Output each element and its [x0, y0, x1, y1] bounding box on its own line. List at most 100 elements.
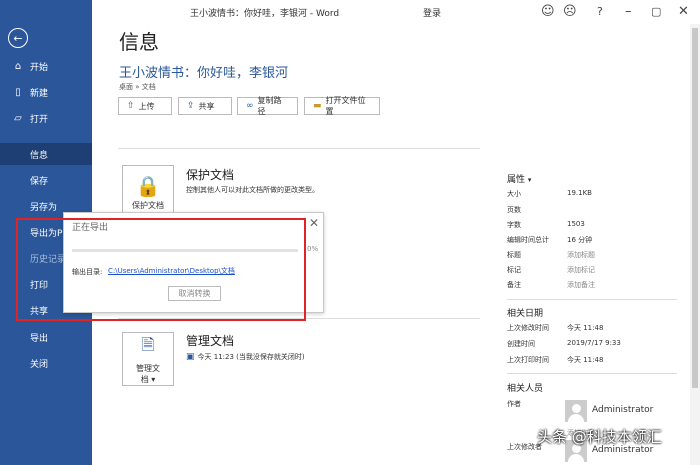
upload-icon: ⇧ — [127, 101, 135, 111]
output-directory-label: 输出目录: — [72, 268, 103, 276]
sidebar-item-label: 关闭 — [30, 359, 49, 370]
manage-tile-label: 档 ▾ — [140, 374, 156, 384]
sidebar-item-label: 共享 — [30, 306, 49, 317]
copy-path-button[interactable]: ∞ 复制路径 — [237, 96, 298, 116]
page-title: 信息 — [119, 30, 159, 54]
folder-open-icon: ▱ — [14, 112, 22, 124]
prop-value: 2019/7/17 9:33 — [567, 339, 621, 347]
prop-label: 大小 — [507, 190, 521, 198]
sidebar-item-label: 另存为 — [30, 202, 58, 213]
copy-path-button-label: 复制路径 — [257, 96, 282, 116]
prop-label: 页数 — [507, 206, 521, 214]
sidebar-item-info[interactable]: 信息 — [0, 143, 92, 165]
autosave-version-label: 今天 11:23 (当我没保存就关闭时) — [197, 353, 305, 361]
add-title-field[interactable]: 添加标题 — [567, 250, 595, 260]
window-title: 王小波情书：你好哇，李银河 - Word — [190, 9, 340, 19]
word-doc-icon: ▣ — [186, 352, 195, 362]
prop-label: 标题 — [507, 251, 521, 259]
share-icon: ⇪ — [187, 101, 195, 111]
sidebar-item-label: 导出 — [30, 333, 49, 344]
progress-percent: 0% — [307, 245, 319, 253]
folder-icon: ▬ — [313, 101, 322, 111]
protect-document-tile[interactable]: 🔒 保护文档 — [122, 165, 174, 219]
avatar — [565, 400, 587, 422]
protect-tile-label: 保护文档 — [132, 200, 164, 210]
prop-label: 上次打印时间 — [507, 356, 549, 364]
manage-document-tile[interactable]: 🗎 管理文 档 ▾ — [122, 332, 174, 386]
sidebar-item-label: 信息 — [30, 150, 49, 161]
sidebar-item-export[interactable]: 导出 — [0, 326, 92, 348]
prop-value: 今天 11:48 — [567, 324, 604, 332]
sidebar-item-label: 开始 — [30, 62, 49, 73]
maximize-icon[interactable]: ▢ — [651, 5, 661, 18]
upload-button[interactable]: ⇧ 上传 — [118, 97, 172, 115]
prop-value: 16 分钟 — [567, 236, 593, 244]
prop-value: 1503 — [567, 220, 585, 228]
add-tag-field[interactable]: 添加标记 — [567, 265, 595, 275]
sidebar-item-save[interactable]: 保存 — [0, 169, 92, 191]
prop-label: 编辑时间总计 — [507, 236, 549, 244]
sidebar-item-open[interactable]: ▱ 打开 — [0, 107, 92, 129]
prop-label: 上次修改时间 — [507, 324, 549, 332]
divider — [507, 373, 677, 374]
prop-label: 标记 — [507, 266, 521, 274]
open-file-location-label: 打开文件位置 — [325, 96, 366, 116]
divider — [507, 299, 677, 300]
properties-heading[interactable]: 属性 ▾ — [507, 172, 531, 185]
sidebar-item-label: 打开 — [30, 114, 49, 125]
share-button-label: 共享 — [198, 101, 215, 111]
upload-button-label: 上传 — [138, 101, 155, 111]
dialog-title: 正在导出 — [72, 223, 109, 233]
protect-description: 控制其他人可以对此文档所做的更改类型。 — [186, 186, 319, 194]
prop-label: 创建时间 — [507, 340, 535, 348]
sidebar-item-label: 历史记录 — [30, 254, 67, 265]
breadcrumb[interactable]: 桌面 » 文档 — [119, 82, 156, 92]
sidebar-item-label: 新建 — [30, 88, 49, 99]
link-icon: ∞ — [246, 101, 254, 111]
export-progress-dialog: 正在导出 ✕ 0% 输出目录: C:\Users\Administrator\D… — [63, 212, 324, 313]
new-doc-icon: ▯ — [15, 86, 21, 98]
minimize-icon[interactable]: – — [625, 4, 632, 19]
frown-feedback-icon[interactable]: ☹ — [563, 4, 577, 19]
manage-heading: 管理文档 — [186, 334, 235, 348]
protect-heading: 保护文档 — [186, 168, 235, 182]
title-bar — [92, 0, 700, 24]
divider — [118, 148, 480, 149]
divider — [118, 318, 480, 319]
prop-label: 作者 — [507, 400, 521, 408]
related-people-heading: 相关人员 — [507, 384, 544, 394]
prop-value: 19.1KB — [567, 189, 592, 197]
scrollbar-thumb[interactable] — [692, 28, 698, 388]
back-arrow-icon[interactable]: ← — [8, 28, 28, 48]
sidebar-item-new[interactable]: ▯ 新建 — [0, 81, 92, 103]
login-link[interactable]: 登录 — [423, 6, 441, 19]
prop-value: 今天 11:48 — [567, 356, 604, 364]
sidebar-item-label: 打印 — [30, 280, 49, 291]
share-button[interactable]: ⇪ 共享 — [178, 97, 232, 115]
sidebar-item-label: 保存 — [30, 176, 49, 187]
author-name: Administrator — [592, 405, 654, 415]
home-icon: ⌂ — [14, 60, 22, 72]
watermark: 头条 @科技本领汇 — [537, 428, 662, 446]
lock-key-icon: 🔒 — [135, 173, 161, 198]
manage-document-icon: 🗎 — [141, 334, 155, 354]
manage-tile-label: 管理文 — [136, 363, 160, 373]
output-directory-link[interactable]: C:\Users\Administrator\Desktop\文档 — [108, 266, 235, 276]
add-comment-field[interactable]: 添加备注 — [567, 280, 595, 290]
dialog-close-icon[interactable]: ✕ — [309, 216, 319, 230]
sidebar-item-home[interactable]: ⌂ 开始 — [0, 55, 92, 77]
properties-heading-label: 属性 — [507, 175, 526, 185]
cancel-conversion-button[interactable]: 取消转换 — [168, 286, 221, 301]
prop-label: 字数 — [507, 221, 521, 229]
close-icon[interactable]: ✕ — [678, 4, 689, 19]
open-file-location-button[interactable]: ▬ 打开文件位置 — [304, 96, 380, 116]
smile-feedback-icon[interactable]: ☺ — [541, 4, 555, 19]
chevron-down-icon: ▾ — [527, 176, 532, 184]
autosave-version-entry[interactable]: ▣ 今天 11:23 (当我没保存就关闭时) — [186, 352, 305, 362]
export-progress-bar — [72, 249, 298, 252]
document-title: 王小波情书：你好哇，李银河 — [119, 66, 289, 81]
related-dates-heading: 相关日期 — [507, 309, 544, 319]
prop-label: 备注 — [507, 281, 521, 289]
help-icon[interactable]: ? — [597, 5, 603, 18]
sidebar-item-close[interactable]: 关闭 — [0, 352, 92, 374]
